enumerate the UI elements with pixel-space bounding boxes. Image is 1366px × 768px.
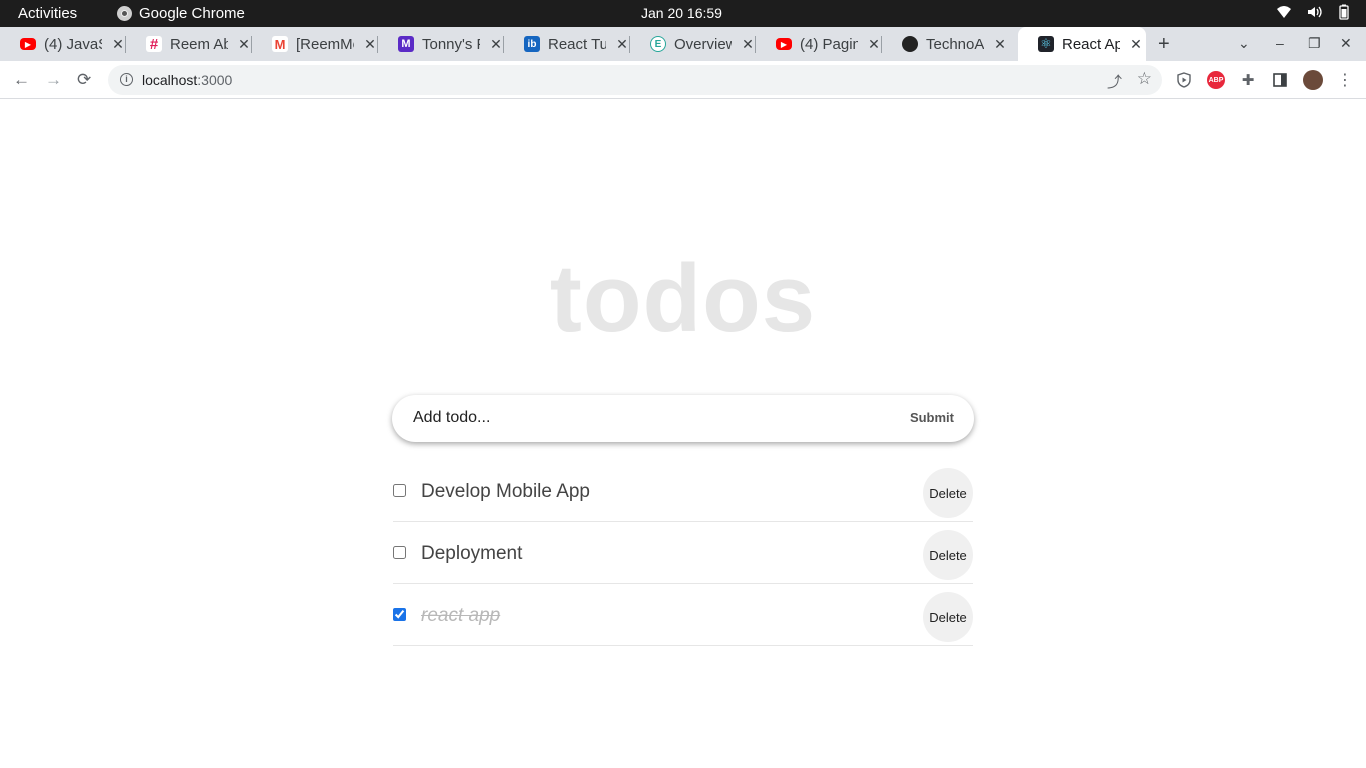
app-name: Google Chrome xyxy=(139,5,245,22)
system-top-bar: Activities Google Chrome Jan 20 16:59 xyxy=(0,0,1366,27)
browser-tab[interactable]: # Reem Abdullah ✕ xyxy=(126,27,252,61)
react-icon: ⚛ xyxy=(1038,36,1054,52)
back-icon[interactable]: ← xyxy=(13,70,30,90)
todo-item: Deployment Delete xyxy=(393,522,973,584)
forward-icon[interactable]: → xyxy=(45,70,62,90)
todo-list: Develop Mobile App Delete Deployment Delete… xyxy=(393,460,973,646)
address-bar[interactable]: i localhost:3000 ⤴ ☆ xyxy=(108,65,1162,95)
browser-tab[interactable]: ib React Tutorial ✕ xyxy=(504,27,630,61)
tab-search-icon[interactable]: ⌄ xyxy=(1238,35,1250,52)
browser-tab[interactable]: ▶ (4) Pagination ✕ xyxy=(756,27,882,61)
tab-close-icon[interactable]: ✕ xyxy=(614,36,630,53)
tab-title: [ReemMohamed] xyxy=(296,35,354,53)
minimize-icon[interactable]: – xyxy=(1276,35,1284,51)
browser-tab[interactable]: TechnoAnswer ✕ xyxy=(882,27,1008,61)
todo-text: react app xyxy=(421,605,501,626)
tab-close-icon[interactable]: ✕ xyxy=(110,36,126,53)
browser-toolbar: ← → ⟳ i localhost:3000 ⤴ ☆ ABP ✚ ⋮ xyxy=(0,61,1366,99)
browser-tab[interactable]: M Tonny's Portfolio ✕ xyxy=(378,27,504,61)
app-menu[interactable]: Google Chrome xyxy=(117,5,245,22)
tab-close-icon[interactable]: ✕ xyxy=(236,36,252,53)
browser-tab[interactable]: ▶ (4) JavaScript ✕ xyxy=(0,27,126,61)
tab-close-icon[interactable]: ✕ xyxy=(488,36,504,53)
todo-checkbox[interactable] xyxy=(393,484,406,497)
todo-form: Submit xyxy=(392,395,974,442)
share-icon[interactable]: ⤴ xyxy=(1107,71,1122,92)
wifi-icon xyxy=(1276,4,1292,20)
submit-button[interactable]: Submit xyxy=(910,410,954,425)
page-title: todos xyxy=(549,245,817,352)
delete-button[interactable]: Delete xyxy=(923,530,973,580)
bookmark-star-icon[interactable]: ☆ xyxy=(1137,69,1152,89)
youtube-icon: ▶ xyxy=(776,38,792,50)
tab-close-icon[interactable]: ✕ xyxy=(992,36,1008,53)
battery-icon xyxy=(1336,4,1352,20)
gmail-icon: M xyxy=(272,36,288,52)
tab-strip: ▶ (4) JavaScript ✕ # Reem Abdullah ✕ M [ReemMoh… xyxy=(0,27,1366,61)
tab-title: Tonny's Portfolio xyxy=(422,35,480,53)
ib-icon: ib xyxy=(524,36,540,52)
youtube-icon: ▶ xyxy=(20,38,36,50)
delete-button[interactable]: Delete xyxy=(923,468,973,518)
e-icon: E xyxy=(650,36,666,52)
todo-text: Develop Mobile App xyxy=(421,481,590,502)
tab-close-icon[interactable]: ✕ xyxy=(866,36,882,53)
todo-item: react app Delete xyxy=(393,584,973,646)
url-text: localhost:3000 xyxy=(142,72,233,88)
tab-title: Reem Abdullah xyxy=(170,35,228,53)
side-panel-icon[interactable] xyxy=(1271,71,1289,89)
browser-tab[interactable]: E Overview ✕ xyxy=(630,27,756,61)
tab-close-icon[interactable]: ✕ xyxy=(362,36,378,53)
extension-shield-icon[interactable] xyxy=(1175,71,1193,89)
todo-checkbox[interactable] xyxy=(393,608,406,621)
extensions-puzzle-icon[interactable]: ✚ xyxy=(1239,71,1257,89)
todo-item: Develop Mobile App Delete xyxy=(393,460,973,522)
restore-icon[interactable]: ❐ xyxy=(1308,35,1321,52)
slack-icon: # xyxy=(146,36,162,53)
todo-checkbox[interactable] xyxy=(393,546,406,559)
adblock-icon[interactable]: ABP xyxy=(1207,71,1225,89)
todo-input[interactable] xyxy=(413,406,853,430)
reload-icon[interactable]: ⟳ xyxy=(77,70,91,90)
tab-title: Overview xyxy=(674,35,732,53)
github-icon xyxy=(902,36,918,52)
todo-text: Deployment xyxy=(421,543,523,564)
activities-button[interactable]: Activities xyxy=(18,5,77,22)
volume-icon xyxy=(1306,4,1322,20)
delete-button[interactable]: Delete xyxy=(923,592,973,642)
profile-avatar[interactable] xyxy=(1303,70,1323,90)
tab-title: (4) Pagination xyxy=(800,35,858,53)
tab-title: React App xyxy=(1062,35,1120,53)
more-menu-icon[interactable]: ⋮ xyxy=(1336,71,1354,89)
tab-close-icon[interactable]: ✕ xyxy=(740,36,756,53)
tab-close-icon[interactable]: ✕ xyxy=(1128,36,1144,53)
browser-tab[interactable]: ⚛ React App ✕ xyxy=(1018,27,1146,61)
clock[interactable]: Jan 20 16:59 xyxy=(641,5,722,21)
new-tab-button[interactable]: + xyxy=(1158,33,1170,56)
tab-title: (4) JavaScript xyxy=(44,35,102,53)
tab-title: TechnoAnswer xyxy=(926,35,984,53)
window-close-icon[interactable]: ✕ xyxy=(1340,35,1352,52)
browser-tab[interactable]: M [ReemMohamed] ✕ xyxy=(252,27,378,61)
tab-title: React Tutorial xyxy=(548,35,606,53)
site-info-icon[interactable]: i xyxy=(120,73,133,86)
portfolio-icon: M xyxy=(398,36,414,52)
chrome-icon xyxy=(117,6,132,21)
system-tray[interactable] xyxy=(1276,4,1352,20)
